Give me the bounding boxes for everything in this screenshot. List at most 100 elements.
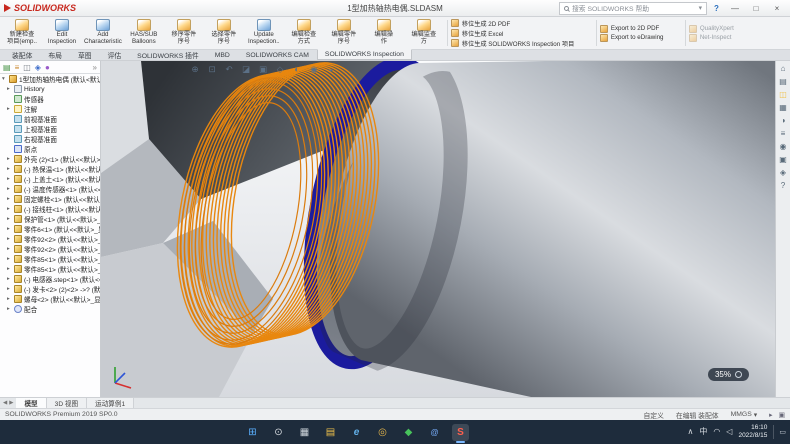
panel-tab-icon[interactable]: »: [93, 63, 97, 72]
expand-arrow-icon[interactable]: ▸: [7, 186, 12, 192]
tree-item[interactable]: ▸ (-) 接线柱<1> (默认<<默认>_显示...: [0, 204, 100, 214]
help-search-box[interactable]: 搜索 SOLIDWORKS 帮助 ▾: [559, 2, 707, 15]
status-icon[interactable]: ▸: [769, 411, 772, 419]
taskbar-clock[interactable]: 16:10 2022/8/15: [738, 424, 767, 441]
expand-arrow-icon[interactable]: ▸: [7, 176, 12, 182]
taskbar-app-icon[interactable]: ⊞: [244, 424, 261, 441]
view-tool-icon[interactable]: ▣: [257, 64, 269, 75]
tree-item[interactable]: ▸ 固定螺栓<1> (默认<<默认>_显...: [0, 194, 100, 204]
tree-root-item[interactable]: ▾ 1型加热轴热电偶 (默认<默认>_显示状态-1: [0, 74, 100, 84]
expand-arrow-icon[interactable]: ▸: [7, 266, 12, 272]
zoom-indicator[interactable]: 35%: [708, 368, 749, 381]
tree-item[interactable]: ▸ (-) 温度传感器<1> (默认<<默认...: [0, 184, 100, 194]
ribbon-button[interactable]: 编辑零件 序号: [324, 18, 364, 48]
ribbon-menu-item[interactable]: Export to 2D PDF: [600, 25, 682, 33]
ribbon-button[interactable]: 新建检查 项目(emp..: [2, 18, 42, 48]
minimize-button[interactable]: —: [726, 1, 744, 16]
task-pane-icon[interactable]: ◫: [779, 91, 787, 99]
ribbon-tab[interactable]: 装配体: [4, 50, 40, 60]
ribbon-menu-item[interactable]: 移位生成 Excel: [451, 29, 593, 38]
expand-arrow-icon[interactable]: ▸: [7, 306, 12, 312]
expand-arrow-icon[interactable]: ▸: [7, 106, 12, 112]
ribbon-tab[interactable]: MBD: [207, 50, 238, 60]
ribbon-button[interactable]: 编辑监查 方: [404, 18, 444, 48]
tree-item[interactable]: ▸ (-) 热保温<1> (默认<<默认>_显...: [0, 164, 100, 174]
tree-item[interactable]: ▸ (-) 电感器.step<1> (默认<<默认...: [0, 274, 100, 284]
taskbar-app-icon[interactable]: ◎: [374, 424, 391, 441]
document-tab[interactable]: 运动算例1: [87, 398, 134, 408]
graphics-area[interactable]: ⊕ ⊡ ↶ ◪ ▣ ◇ ◐ ◉ ◒ 35%: [101, 61, 775, 397]
expand-arrow-icon[interactable]: ▸: [7, 286, 12, 292]
units-selector[interactable]: MMGS ▾: [731, 411, 758, 419]
solidworks-logo[interactable]: SOLIDWORKS: [4, 3, 76, 13]
tree-item[interactable]: ▸ 螺母<2> (默认<<默认>_显示状...: [0, 294, 100, 304]
ribbon-button[interactable]: Add Characteristic: [82, 18, 124, 48]
panel-tab-icon[interactable]: ●: [45, 63, 50, 72]
task-pane-icon[interactable]: ▦: [779, 104, 787, 112]
panel-tab-icon[interactable]: ◈: [35, 63, 41, 72]
task-pane-icon[interactable]: ◑: [781, 117, 786, 125]
ribbon-tab[interactable]: SOLIDWORKS 插件: [129, 50, 207, 60]
view-tool-icon[interactable]: ◉: [308, 64, 320, 75]
tree-item[interactable]: ▸ 零件85<1> (默认<<默认>_显...: [0, 264, 100, 274]
tray-icon[interactable]: ◁: [726, 428, 732, 436]
task-pane-icon[interactable]: ?: [781, 182, 785, 190]
tree-item[interactable]: 原点: [0, 144, 100, 154]
expand-arrow-icon[interactable]: ▸: [7, 236, 12, 242]
expand-arrow-icon[interactable]: ▸: [7, 276, 12, 282]
expand-arrow-icon[interactable]: ▸: [7, 206, 12, 212]
help-button[interactable]: ?: [710, 4, 723, 13]
expand-arrow-icon[interactable]: ▸: [7, 216, 12, 222]
ribbon-button[interactable]: Update Inspection..: [244, 18, 284, 48]
tray-icon[interactable]: ∧: [687, 428, 693, 436]
tray-icon[interactable]: 中: [699, 428, 707, 436]
ribbon-button[interactable]: 移序零件 序号: [164, 18, 204, 48]
expand-arrow-icon[interactable]: ▸: [7, 296, 12, 302]
customize-link[interactable]: 自定义: [644, 410, 664, 420]
tree-item[interactable]: 上视基准面: [0, 124, 100, 134]
tabs-scroll-right-icon[interactable]: ▶: [9, 400, 13, 406]
document-tab[interactable]: 模型: [16, 398, 46, 408]
ribbon-menu-item[interactable]: Net-Inspect: [689, 34, 747, 42]
tree-item[interactable]: ▸ 保护管<1> (默认<<默认>_显示状...: [0, 214, 100, 224]
taskbar-app-icon[interactable]: e: [348, 424, 365, 441]
task-pane-icon[interactable]: ◉: [780, 143, 787, 151]
tree-item[interactable]: ▸ History: [0, 84, 100, 94]
notification-center-icon[interactable]: ▭: [773, 425, 786, 439]
ribbon-menu-item[interactable]: 移位生成 2D PDF: [451, 19, 593, 28]
ribbon-menu-item[interactable]: QualityXpert: [689, 25, 747, 33]
task-pane-icon[interactable]: ⌂: [781, 65, 786, 73]
tree-item[interactable]: 右视基准面: [0, 134, 100, 144]
view-tool-icon[interactable]: ⊡: [206, 64, 218, 75]
taskbar-app-icon[interactable]: ⊙: [270, 424, 287, 441]
expand-arrow-icon[interactable]: ▾: [2, 76, 7, 82]
document-tab[interactable]: 3D 视图: [47, 398, 87, 408]
ribbon-tab[interactable]: SOLIDWORKS Inspection: [317, 49, 412, 60]
ribbon-menu-item[interactable]: 移位生成 SOLIDWORKS Inspection 项目: [451, 39, 593, 48]
expand-arrow-icon[interactable]: ▸: [7, 196, 12, 202]
tree-item[interactable]: 传感器: [0, 94, 100, 104]
view-tool-icon[interactable]: ◐: [291, 64, 303, 75]
ribbon-button[interactable]: 选择零件 序号: [204, 18, 244, 48]
panel-tab-icon[interactable]: ◫: [23, 63, 31, 72]
status-icon[interactable]: ▣: [779, 411, 785, 419]
task-pane-icon[interactable]: ≡: [781, 130, 786, 138]
view-tool-icon[interactable]: ◪: [240, 64, 252, 75]
ribbon-button[interactable]: HAS/SUB Balloons: [124, 18, 164, 48]
ribbon-menu-item[interactable]: Export to eDrawing: [600, 34, 682, 42]
close-button[interactable]: ×: [768, 1, 786, 16]
tree-item[interactable]: ▸ 注解: [0, 104, 100, 114]
ribbon-tab[interactable]: 评估: [100, 50, 130, 60]
model-canvas[interactable]: [101, 61, 775, 397]
tree-item[interactable]: ▸ (-) 上盖土<1> (默认<<默认>_显示...: [0, 174, 100, 184]
tray-icon[interactable]: ◠: [713, 428, 720, 436]
task-pane-icon[interactable]: ▣: [779, 156, 787, 164]
ribbon-tab[interactable]: 布局: [40, 50, 70, 60]
view-tool-icon[interactable]: ⊕: [189, 64, 201, 75]
expand-arrow-icon[interactable]: ▸: [7, 156, 12, 162]
view-tool-icon[interactable]: ◇: [274, 64, 286, 75]
tree-item[interactable]: ▸ 零件85<1> (默认<<默认>_显示...: [0, 254, 100, 264]
ribbon-button[interactable]: 编辑操 作: [364, 18, 404, 48]
ribbon-tab[interactable]: 草图: [70, 50, 100, 60]
panel-tab-icon[interactable]: ▤: [3, 63, 11, 72]
